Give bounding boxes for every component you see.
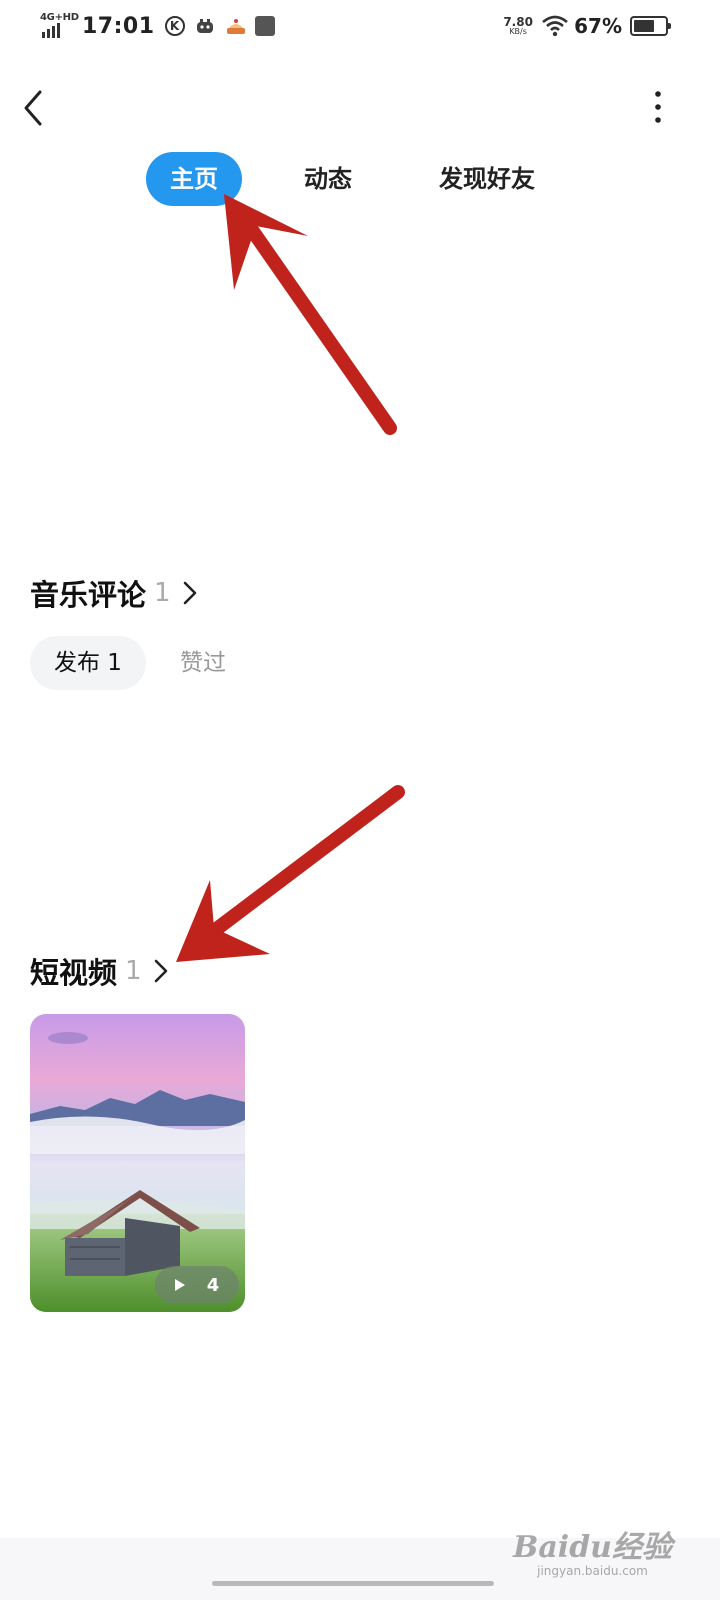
k-badge-icon: K bbox=[164, 16, 185, 36]
profile-tabs: 主页 动态 发现好友 bbox=[0, 152, 720, 208]
tab-home[interactable]: 主页 bbox=[146, 152, 242, 206]
subtab-published[interactable]: 发布 1 bbox=[30, 636, 146, 690]
signal-icon: 4G+HD bbox=[40, 12, 79, 40]
app-square-icon bbox=[254, 16, 275, 36]
play-icon bbox=[174, 1279, 185, 1291]
play-count-badge: 4 bbox=[155, 1266, 239, 1304]
short-videos-count: 1 bbox=[125, 956, 142, 986]
wifi-icon bbox=[542, 15, 568, 37]
music-comments-header[interactable]: 音乐评论 1 bbox=[30, 572, 199, 614]
tab-feed[interactable]: 动态 bbox=[286, 152, 370, 206]
chevron-right-icon bbox=[154, 959, 167, 983]
video-thumbnail[interactable]: 4 bbox=[30, 1014, 245, 1312]
music-comments-subtabs: 发布 1 赞过 bbox=[30, 636, 226, 690]
more-button[interactable] bbox=[648, 90, 668, 124]
cake-app-icon bbox=[225, 16, 245, 36]
music-comments-count: 1 bbox=[154, 578, 171, 608]
back-button[interactable] bbox=[20, 88, 48, 128]
status-bar: 4G+HD 17:01 K 7.80 KB/s 67% bbox=[0, 0, 720, 56]
chevron-right-icon bbox=[183, 581, 196, 605]
short-videos-title: 短视频 bbox=[30, 956, 118, 990]
network-label: 4G+HD bbox=[40, 12, 79, 23]
subtab-liked[interactable]: 赞过 bbox=[180, 636, 226, 690]
robot-app-icon bbox=[195, 16, 215, 36]
music-comments-title: 音乐评论 bbox=[30, 578, 147, 612]
chevron-left-icon bbox=[24, 90, 42, 126]
annotation-arrows bbox=[176, 194, 405, 962]
short-videos-header[interactable]: 短视频 1 bbox=[30, 950, 170, 992]
home-indicator[interactable] bbox=[212, 1581, 494, 1586]
network-speed: 7.80 KB/s bbox=[503, 15, 533, 36]
annotation-arrow-short-videos bbox=[176, 785, 405, 962]
play-count: 4 bbox=[206, 1274, 220, 1296]
baidu-jingyan-watermark: Baidu经验 jingyan.baidu.com bbox=[513, 1530, 672, 1579]
battery-icon bbox=[630, 16, 671, 36]
annotation-arrow-home-tab bbox=[224, 194, 397, 435]
tab-discover-friends[interactable]: 发现好友 bbox=[428, 152, 546, 206]
more-vertical-icon bbox=[655, 91, 661, 123]
clock: 17:01 bbox=[82, 13, 155, 39]
battery-percent: 67% bbox=[574, 14, 622, 38]
